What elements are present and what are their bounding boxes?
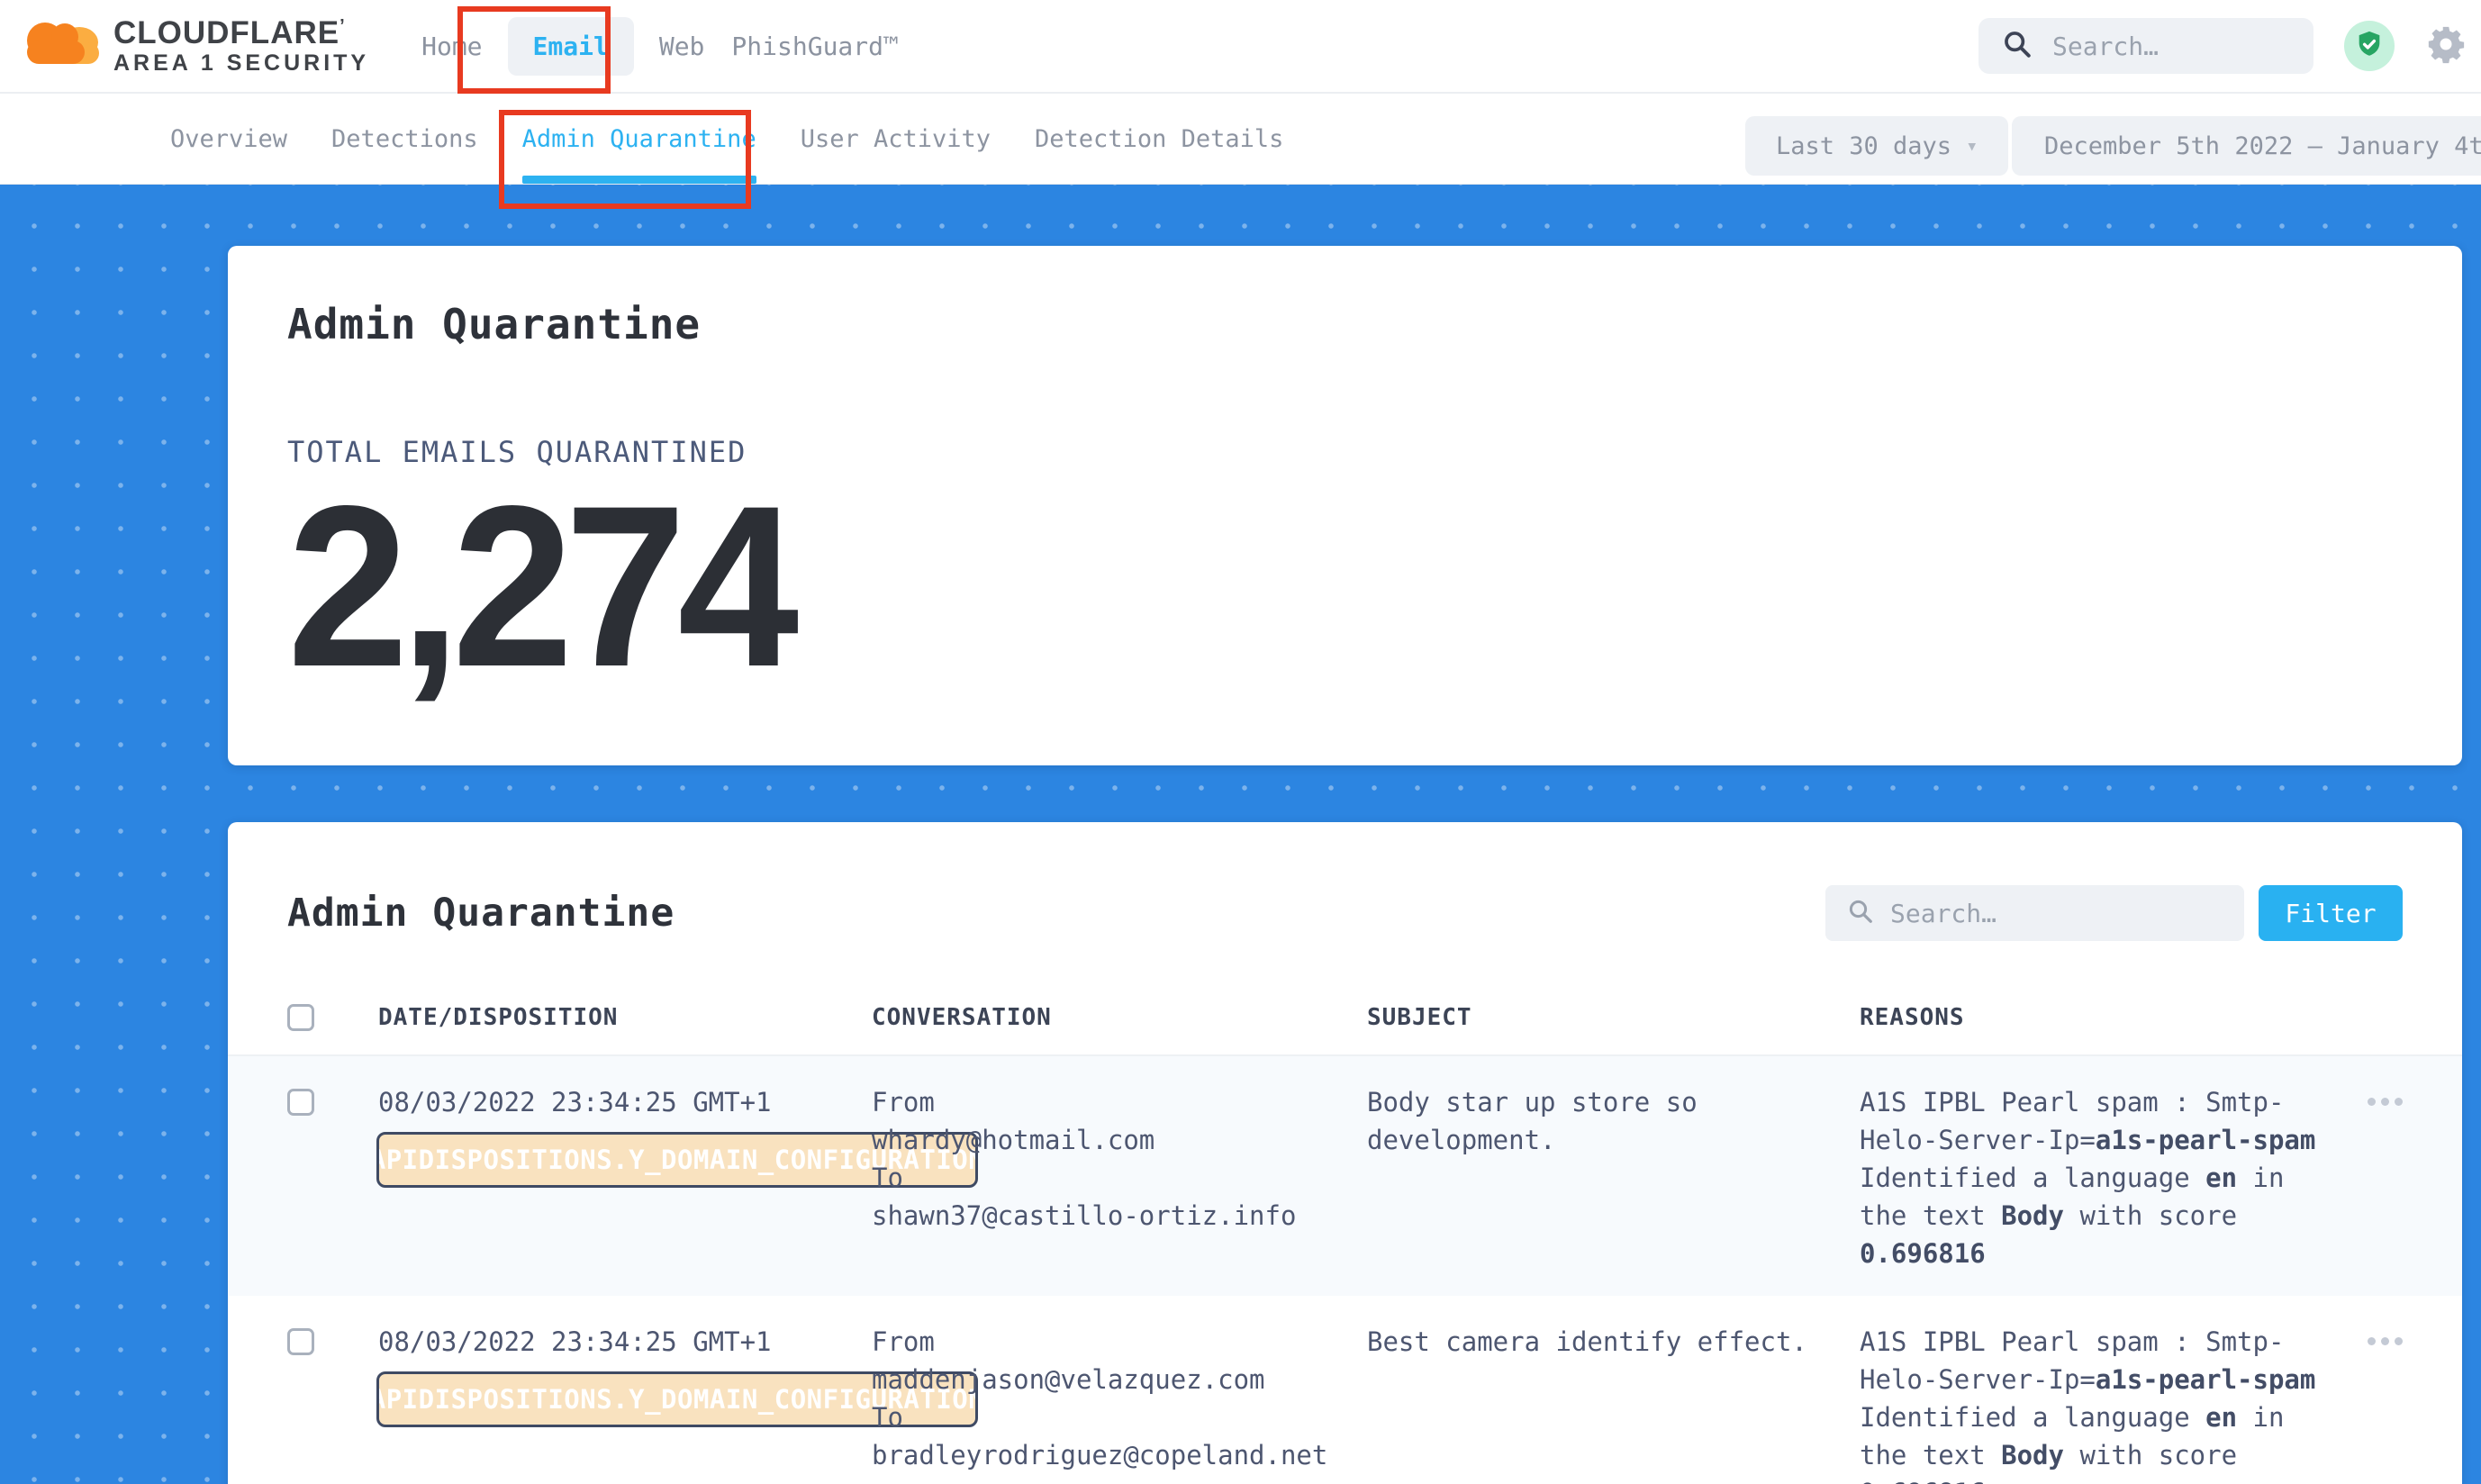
top-bar: CLOUDFLARE’ AREA 1 SECURITY Home Email W… (0, 0, 2481, 94)
column-header-conversation: CONVERSATION (872, 1004, 1367, 1031)
logo-subtitle: AREA 1 SECURITY (113, 52, 369, 75)
row-date: 08/03/2022 23:34:25 GMT+1 (378, 1083, 872, 1121)
date-disposition-cell: 08/03/2022 23:34:25 GMT+1 APIDISPOSITION… (378, 1083, 872, 1272)
to-label: To (872, 1159, 1367, 1197)
column-header-date: DATE/DISPOSITION (378, 1004, 872, 1031)
table-search[interactable] (1825, 885, 2244, 941)
conversation-cell: From maddenjason@velazquez.com To bradle… (872, 1323, 1367, 1484)
subject-cell: Best camera identify effect. (1367, 1323, 1860, 1484)
from-label: From (872, 1083, 1367, 1121)
tab-admin-quarantine[interactable]: Admin Quarantine (522, 94, 756, 184)
row-date: 08/03/2022 23:34:25 GMT+1 (378, 1323, 872, 1361)
tab-detection-details[interactable]: Detection Details (1035, 94, 1283, 184)
from-label: From (872, 1323, 1367, 1361)
select-all-checkbox[interactable] (287, 1004, 314, 1031)
cloudflare-cloud-icon (20, 15, 103, 77)
table-header: DATE/DISPOSITION CONVERSATION SUBJECT RE… (287, 986, 2403, 1054)
metric-value: 2,274 (287, 493, 2297, 681)
conversation-cell: From whardy@hotmail.com To shawn37@casti… (872, 1083, 1367, 1272)
active-tab-underline (522, 176, 756, 184)
to-email[interactable]: bradleyrodriguez@copeland.net (872, 1436, 1367, 1474)
quarantine-table-card: Admin Quarantine Filter DATE/DISPOSITION… (228, 822, 2462, 1484)
global-search[interactable] (1978, 18, 2313, 74)
search-icon (2002, 29, 2033, 63)
nav-item-phishguard[interactable]: PhishGuard™ (729, 17, 900, 76)
summary-card: Admin Quarantine TOTAL EMAILS QUARANTINE… (228, 246, 2462, 765)
date-range-picker[interactable]: December 5th 2022 — January 4th 2023 (2012, 116, 2481, 176)
to-label: To (872, 1398, 1367, 1436)
page-background: Admin Quarantine TOTAL EMAILS QUARANTINE… (0, 185, 2481, 1484)
from-email[interactable]: maddenjason@velazquez.com (872, 1361, 1367, 1398)
shield-check-icon (2354, 29, 2385, 63)
column-header-reasons: REASONS (1860, 1004, 2323, 1031)
date-disposition-cell: 08/03/2022 23:34:25 GMT+1 APIDISPOSITION… (378, 1323, 872, 1484)
logo-trademark: ’ (340, 16, 346, 36)
reasons-cell: A1S IPBL Pearl spam : Smtp-Helo-Server-I… (1860, 1083, 2323, 1272)
email-sub-nav: Overview Detections Admin Quarantine Use… (0, 94, 2481, 185)
global-search-input[interactable] (2051, 31, 2290, 62)
primary-nav: Home Email Web PhishGuard™ (420, 17, 901, 76)
settings-button[interactable] (2425, 23, 2467, 68)
cloudflare-logo[interactable]: CLOUDFLARE’ AREA 1 SECURITY (20, 15, 369, 77)
filter-button[interactable]: Filter (2259, 885, 2403, 941)
summary-card-title: Admin Quarantine (287, 246, 2403, 348)
app-root: CLOUDFLARE’ AREA 1 SECURITY Home Email W… (0, 0, 2481, 1484)
tab-detections[interactable]: Detections (331, 94, 478, 184)
security-status-badge[interactable] (2344, 21, 2395, 71)
tab-user-activity[interactable]: User Activity (801, 94, 991, 184)
chevron-down-icon: ▾ (1966, 135, 1978, 158)
table-card-title: Admin Quarantine (287, 891, 675, 936)
subject-cell: Body star up store so development. (1367, 1083, 1860, 1272)
row-actions-menu[interactable] (2368, 1098, 2403, 1272)
nav-item-email[interactable]: Email (508, 17, 634, 76)
to-email[interactable]: shawn37@castillo-ortiz.info (872, 1197, 1367, 1235)
table-search-input[interactable] (1888, 898, 2223, 929)
row-actions-menu[interactable] (2368, 1337, 2403, 1484)
top-bar-right (1978, 18, 2467, 74)
search-icon (1847, 898, 1874, 928)
table-row: 08/03/2022 23:34:25 GMT+1 APIDISPOSITION… (228, 1054, 2462, 1296)
logo-brand: CLOUDFLARE’ (113, 17, 369, 49)
reasons-cell: A1S IPBL Pearl spam : Smtp-Helo-Server-I… (1860, 1323, 2323, 1484)
column-header-subject: SUBJECT (1367, 1004, 1860, 1031)
tab-overview[interactable]: Overview (170, 94, 287, 184)
gear-icon (2425, 23, 2467, 68)
row-checkbox[interactable] (287, 1328, 314, 1355)
row-checkbox[interactable] (287, 1089, 314, 1116)
time-range-dropdown[interactable]: Last 30 days ▾ (1745, 116, 2008, 176)
nav-item-web[interactable]: Web (657, 17, 707, 76)
table-row: 08/03/2022 23:34:25 GMT+1 APIDISPOSITION… (228, 1296, 2462, 1484)
nav-item-home[interactable]: Home (420, 17, 484, 76)
from-email[interactable]: whardy@hotmail.com (872, 1121, 1367, 1159)
